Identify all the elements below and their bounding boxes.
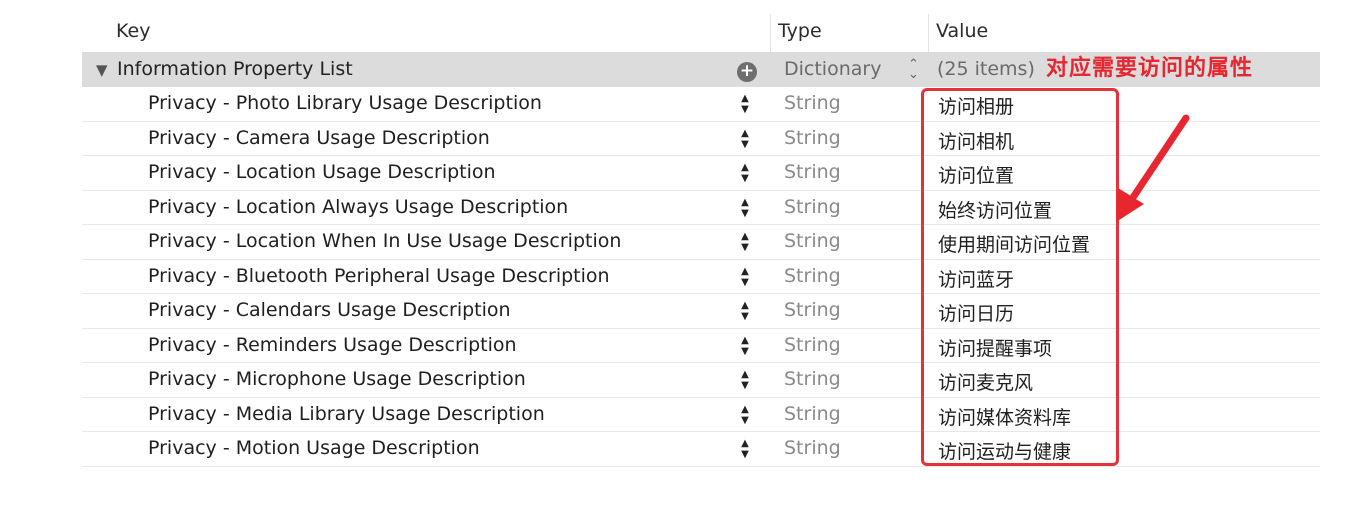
up-down-stepper-icon[interactable]: ▲ ▼ bbox=[739, 231, 751, 253]
row-key[interactable]: Privacy - Location When In Use Usage Des… bbox=[148, 230, 621, 252]
up-down-stepper-icon[interactable]: ▲ ▼ bbox=[739, 335, 751, 357]
root-value: (25 items) bbox=[937, 58, 1035, 80]
root-type[interactable]: Dictionary bbox=[784, 58, 881, 80]
row-type[interactable]: String bbox=[784, 403, 841, 425]
highlight-box bbox=[921, 88, 1119, 466]
table-row[interactable]: Privacy - Media Library Usage Descriptio… bbox=[82, 398, 1320, 432]
row-key[interactable]: Privacy - Location Usage Description bbox=[148, 161, 496, 183]
up-down-stepper-icon[interactable]: ▲ ▼ bbox=[739, 162, 751, 184]
up-down-stepper-icon[interactable]: ▲ ▼ bbox=[739, 197, 751, 219]
row-key[interactable]: Privacy - Camera Usage Description bbox=[148, 127, 490, 149]
annotation-label: 对应需要访问的属性 bbox=[1046, 56, 1254, 81]
add-icon[interactable]: + bbox=[737, 62, 757, 82]
row-type[interactable]: String bbox=[784, 127, 841, 149]
table-row[interactable]: Privacy - Motion Usage Description ▲ ▼ Stri… bbox=[82, 432, 1320, 467]
row-key[interactable]: Privacy - Motion Usage Description bbox=[148, 437, 480, 459]
table-row[interactable]: Privacy - Microphone Usage Description ▲ ▼… bbox=[82, 363, 1320, 398]
up-down-stepper-icon[interactable]: ▲ ▼ bbox=[739, 438, 751, 460]
table-row[interactable]: Privacy - Location When In Use Usage Des… bbox=[82, 225, 1320, 260]
row-key[interactable]: Privacy - Media Library Usage Descriptio… bbox=[148, 403, 545, 425]
row-type[interactable]: String bbox=[784, 196, 841, 218]
row-type[interactable]: String bbox=[784, 334, 841, 356]
column-divider[interactable] bbox=[770, 14, 771, 52]
row-key[interactable]: Privacy - Microphone Usage Description bbox=[148, 368, 526, 390]
row-key[interactable]: Privacy - Location Always Usage Descript… bbox=[148, 196, 568, 218]
table-row[interactable]: Privacy - Reminders Usage Description ▲ ▼ S… bbox=[82, 329, 1320, 363]
row-type[interactable]: String bbox=[784, 230, 841, 252]
row-type[interactable]: String bbox=[784, 161, 841, 183]
table-row[interactable]: Privacy - Calendars Usage Description ▲ ▼ S… bbox=[82, 294, 1320, 329]
up-down-stepper-icon[interactable]: ▲ ▼ bbox=[739, 300, 751, 322]
row-key[interactable]: Privacy - Calendars Usage Description bbox=[148, 299, 511, 321]
up-down-stepper-icon[interactable]: ▲ ▼ bbox=[739, 404, 751, 426]
column-divider[interactable] bbox=[928, 14, 929, 52]
column-header-value[interactable]: Value bbox=[936, 20, 988, 42]
row-type[interactable]: String bbox=[784, 92, 841, 114]
row-type[interactable]: String bbox=[784, 265, 841, 287]
arrow-icon bbox=[1116, 114, 1190, 222]
up-down-stepper-icon[interactable]: ▲ ▼ bbox=[739, 128, 751, 150]
disclosure-triangle-icon[interactable]: ▼ bbox=[96, 61, 108, 79]
row-key[interactable]: Privacy - Bluetooth Peripheral Usage Des… bbox=[148, 265, 610, 287]
table-header: Key Type Value bbox=[82, 14, 1320, 52]
up-down-stepper-icon[interactable]: ⌃ ⌄ bbox=[908, 58, 919, 81]
row-key[interactable]: Privacy - Reminders Usage Description bbox=[148, 334, 517, 356]
column-header-key[interactable]: Key bbox=[116, 20, 150, 42]
up-down-stepper-icon[interactable]: ▲ ▼ bbox=[739, 93, 751, 115]
up-down-stepper-icon[interactable]: ▲ ▼ bbox=[739, 369, 751, 391]
root-key: Information Property List bbox=[117, 58, 353, 80]
up-down-stepper-icon[interactable]: ▲ ▼ bbox=[739, 266, 751, 288]
row-type[interactable]: String bbox=[784, 437, 841, 459]
table-row[interactable]: Privacy - Bluetooth Peripheral Usage Des… bbox=[82, 260, 1320, 294]
row-type[interactable]: String bbox=[784, 368, 841, 390]
row-key[interactable]: Privacy - Photo Library Usage Descriptio… bbox=[148, 92, 542, 114]
column-header-type[interactable]: Type bbox=[778, 20, 822, 42]
row-type[interactable]: String bbox=[784, 299, 841, 321]
